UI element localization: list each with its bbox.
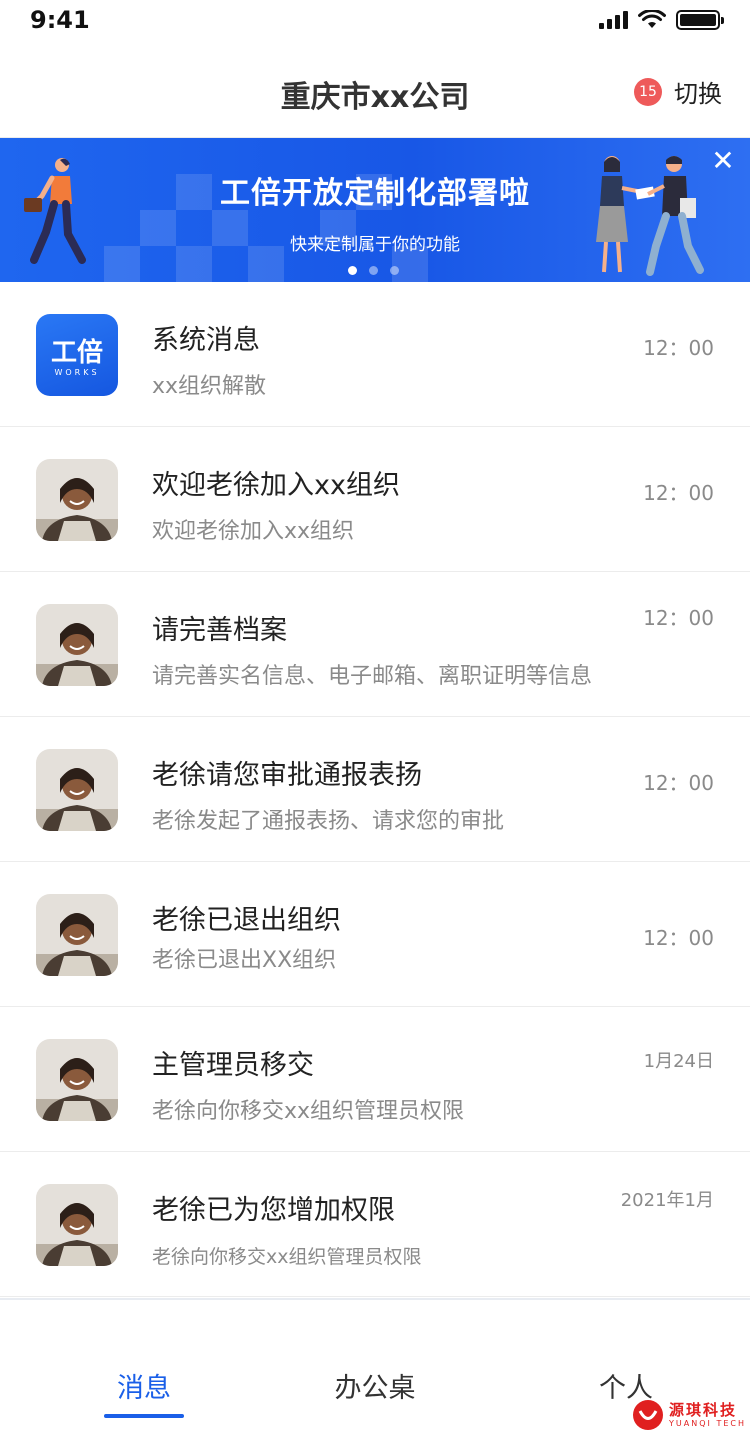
message-item[interactable]: 主管理员移交 老徐向你移交xx组织管理员权限 1月24日 [0,1007,750,1152]
message-title: 欢迎老徐加入xx组织 [152,470,400,501]
message-time: 2021年1月 [620,1190,714,1211]
banner-title: 工倍开放定制化部署啦 [220,176,530,211]
message-subtitle: 老徐发起了通报表扬、请求您的审批 [152,809,505,834]
active-tab-indicator [104,1414,184,1418]
wifi-icon [638,10,666,28]
message-subtitle: 老徐向你移交xx组织管理员权限 [152,1099,465,1124]
message-subtitle: 欢迎老徐加入xx组织 [152,519,355,544]
status-bar: 9:41 [0,0,750,44]
system-logo-avatar: 工倍 WORKS [36,314,118,396]
message-subtitle: xx组织解散 [152,374,267,399]
pagination-dot[interactable] [348,266,357,275]
pagination-dot[interactable] [369,266,378,275]
close-icon[interactable]: ✕ [708,146,738,176]
status-icons [599,10,724,30]
battery-icon [676,10,724,30]
message-item[interactable]: 老徐请您审批通报表扬 老徐发起了通报表扬、请求您的审批 12：00 [0,717,750,862]
message-subtitle: 老徐向你移交xx组织管理员权限 [152,1246,422,1268]
user-avatar [36,1039,118,1121]
header: 重庆市xx公司 15 切换 [0,44,750,138]
message-title: 老徐请您审批通报表扬 [152,760,422,791]
watermark-text: 源琪科技 [669,1400,738,1419]
message-title: 请完善档案 [152,615,287,646]
message-title: 主管理员移交 [152,1050,314,1081]
message-item[interactable]: 老徐已为您增加权限 老徐向你移交xx组织管理员权限 2021年1月 [0,1152,750,1297]
banner-subtitle: 快来定制属于你的功能 [290,235,460,255]
tab-desk[interactable]: 办公桌 [320,1366,430,1405]
cellular-signal-icon [599,11,628,29]
message-time: 12：00 [643,336,714,360]
user-avatar [36,1184,118,1266]
message-time: 12：00 [643,481,714,505]
message-item[interactable]: 老徐已退出组织 老徐已退出XX组织 12：00 [0,862,750,1007]
watermark-logo: 源琪科技 YUANQI TECH [631,1398,746,1432]
user-avatar [36,749,118,831]
user-avatar [36,459,118,541]
notification-badge: 15 [634,77,662,106]
message-subtitle: 请完善实名信息、电子邮箱、离职证明等信息 [152,664,593,689]
message-item[interactable]: 工倍 WORKS 系统消息 xx组织解散 12：00 [0,282,750,427]
brand-logo-icon [633,1400,664,1430]
switch-label: 切换 [674,80,722,108]
message-time: 12：00 [643,771,714,795]
message-time: 12：00 [643,926,714,950]
pagination-dot[interactable] [390,266,399,275]
message-time: 12：00 [643,606,714,630]
status-time: 9:41 [30,6,90,34]
message-subtitle: 老徐已退出XX组织 [152,948,337,973]
tab-messages[interactable]: 消息 [104,1366,184,1405]
watermark-subtext: YUANQI TECH [669,1418,746,1428]
user-avatar [36,604,118,686]
promo-banner[interactable]: 工倍开放定制化部署啦 快来定制属于你的功能 ✕ [0,138,750,282]
message-title: 老徐已退出组织 [152,905,341,936]
switch-button[interactable]: 15 切换 [634,74,722,109]
message-title: 老徐已为您增加权限 [152,1195,395,1226]
user-avatar [36,894,118,976]
message-item[interactable]: 请完善档案 请完善实名信息、电子邮箱、离职证明等信息 12：00 [0,572,750,717]
message-list: 工倍 WORKS 系统消息 xx组织解散 12：00 欢迎老徐加入xx组织 欢迎… [0,282,750,1297]
message-title: 系统消息 [152,325,260,356]
message-item[interactable]: 欢迎老徐加入xx组织 欢迎老徐加入xx组织 12：00 [0,427,750,572]
logo-text: 工倍 [50,338,103,368]
message-time: 1月24日 [643,1051,714,1072]
banner-pagination [348,266,399,275]
logo-subtext: WORKS [54,368,100,377]
